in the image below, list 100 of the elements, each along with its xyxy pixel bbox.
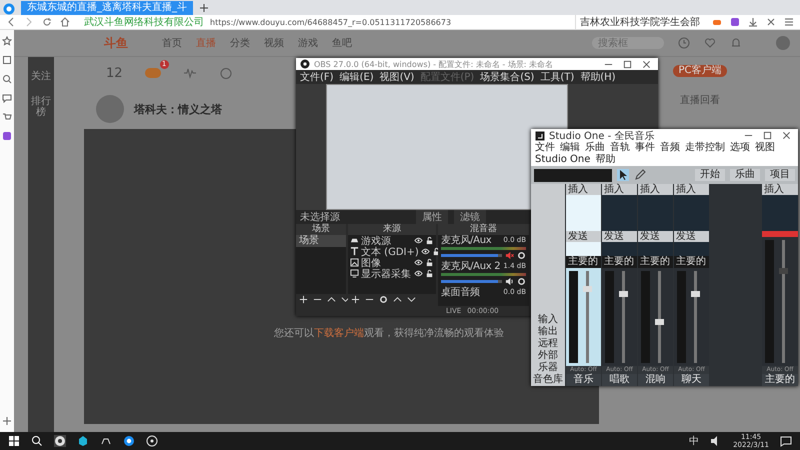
menu-item[interactable]: 音频	[660, 142, 680, 154]
add-icon[interactable]	[2, 416, 12, 426]
volume-fader[interactable]	[622, 271, 625, 363]
dock-header: 来源	[348, 224, 436, 236]
insert-header: 插入	[566, 184, 601, 195]
close-icon[interactable]	[782, 131, 791, 140]
star-icon[interactable]	[2, 36, 12, 46]
window-title: Studio One - 全民音乐	[549, 130, 656, 142]
muted-speaker-icon[interactable]	[505, 251, 514, 260]
back-icon[interactable]	[6, 17, 16, 27]
browser-search-field[interactable]: 吉林农业科技学院学生会部	[575, 15, 704, 29]
volume-slider[interactable]	[441, 280, 502, 284]
pc-client-button[interactable]: PC客户端	[673, 65, 726, 77]
windows-logo-icon[interactable]	[8, 435, 20, 447]
maximize-icon[interactable]	[763, 131, 772, 140]
menu-item[interactable]: 帮助(H)	[580, 70, 616, 84]
menu-item[interactable]: 音轨	[610, 142, 630, 154]
pencil-icon[interactable]	[634, 169, 646, 181]
gamepad-icon	[350, 236, 359, 246]
panel-toggle[interactable]: 音色库	[533, 374, 563, 386]
maximize-icon[interactable]	[623, 60, 632, 69]
menu-item[interactable]: Studio One	[535, 154, 590, 166]
menu-item[interactable]: 文件(F)	[300, 70, 334, 84]
view-button[interactable]: 乐曲	[730, 169, 760, 181]
home-icon[interactable]	[60, 17, 70, 27]
eye-icon[interactable]	[414, 258, 423, 268]
send-header: 发送	[638, 231, 673, 242]
output-route[interactable]: 主要的	[674, 256, 709, 268]
view-button[interactable]: 开始	[695, 169, 725, 181]
panel-toggle[interactable]: 乐器	[538, 362, 558, 374]
eye-icon[interactable]	[414, 236, 423, 246]
cart-icon[interactable]	[2, 112, 12, 122]
insert-header: 插入	[674, 184, 709, 195]
scene-item[interactable]: 场景	[296, 235, 346, 248]
menu-item[interactable]: 事件	[635, 142, 655, 154]
move-up-icon[interactable]	[327, 295, 336, 304]
panel-toggle[interactable]: 输出	[538, 326, 558, 338]
output-route[interactable]: 主要的	[566, 256, 601, 268]
download-icon[interactable]	[748, 17, 758, 27]
menu-item[interactable]: 场景集合(S)	[480, 70, 534, 84]
refresh-icon[interactable]	[42, 17, 52, 27]
sidebar-item[interactable]: 排行榜	[31, 96, 51, 118]
pointer-tool-icon[interactable]	[617, 169, 629, 181]
audio-source-name: 麦克风/Aux	[441, 235, 492, 246]
properties-button[interactable]: 属性	[416, 210, 448, 224]
wheel-icon[interactable]	[146, 435, 158, 447]
properties-button[interactable]: 滤镜	[454, 210, 486, 224]
settings-icon[interactable]	[517, 277, 526, 286]
notification-icon[interactable]	[780, 435, 792, 447]
move-down-icon[interactable]	[407, 295, 416, 304]
volume-fader[interactable]	[658, 271, 661, 363]
input-method-indicator[interactable]: 中	[689, 434, 700, 448]
url-text: https://www.douyu.com/64688457_r=0.0511311720586673	[210, 18, 452, 26]
menu-item[interactable]: 帮助	[595, 154, 616, 166]
speaker-icon[interactable]	[505, 277, 514, 286]
sidebar-item[interactable]: 关注	[31, 71, 51, 82]
menu-item[interactable]: 视图(V)	[380, 70, 414, 84]
menu-item[interactable]: 文件	[535, 142, 555, 154]
view-button[interactable]: 项目	[765, 169, 795, 181]
search-icon[interactable]	[31, 435, 43, 447]
app-icon[interactable]	[2, 131, 12, 141]
channel-name: 聊天	[674, 374, 709, 386]
browser-icon[interactable]	[123, 435, 135, 447]
volume-fader[interactable]	[586, 271, 589, 363]
text-icon	[350, 247, 359, 256]
menu-item[interactable]: 乐曲	[585, 142, 605, 154]
address-bar[interactable]: 武汉斗鱼网络科技有限公司 https://www.douyu.com/64688457_r=0.0511311720586673	[78, 16, 458, 28]
obs-app-icon[interactable]	[54, 435, 66, 447]
lock-icon[interactable]	[425, 236, 434, 246]
panel-toggle[interactable]: 外部	[538, 350, 558, 362]
volume-fader[interactable]	[694, 271, 697, 363]
eye-icon[interactable]	[414, 269, 423, 278]
menu-item[interactable]: 编辑(E)	[340, 70, 374, 84]
menu-icon[interactable]	[784, 17, 794, 27]
send-slot-panel	[602, 242, 637, 256]
menu-item[interactable]: 走带控制	[685, 142, 725, 154]
channel-name: 唱歌	[602, 374, 637, 386]
menu-item[interactable]: 选项	[730, 142, 750, 154]
new-tab-icon[interactable]	[199, 3, 209, 13]
dock-header: 场景	[296, 224, 346, 236]
monitor-icon	[350, 269, 359, 278]
send-slot-panel	[566, 242, 601, 256]
panel-toggle[interactable]: 输入	[538, 314, 558, 326]
volume-slider[interactable]	[441, 254, 502, 258]
close-icon[interactable]	[642, 60, 651, 69]
eye-icon[interactable]	[420, 247, 430, 256]
panel-toggle[interactable]: 远程	[538, 338, 558, 350]
menu-item[interactable]: 工具(T)	[540, 70, 574, 84]
settings-icon[interactable]	[379, 295, 388, 304]
app-icon[interactable]	[77, 435, 89, 447]
menu-item[interactable]: 编辑	[560, 142, 580, 154]
chat-icon[interactable]	[2, 93, 12, 103]
settings-icon[interactable]	[517, 251, 526, 260]
output-route[interactable]: 主要的	[602, 256, 637, 268]
scissors-icon[interactable]	[766, 17, 776, 27]
lock-icon[interactable]	[425, 258, 434, 268]
menu-item[interactable]: 视图	[755, 142, 775, 154]
move-up-icon[interactable]	[393, 295, 402, 304]
output-route[interactable]: 主要的	[638, 256, 673, 268]
lock-icon[interactable]	[425, 269, 434, 278]
